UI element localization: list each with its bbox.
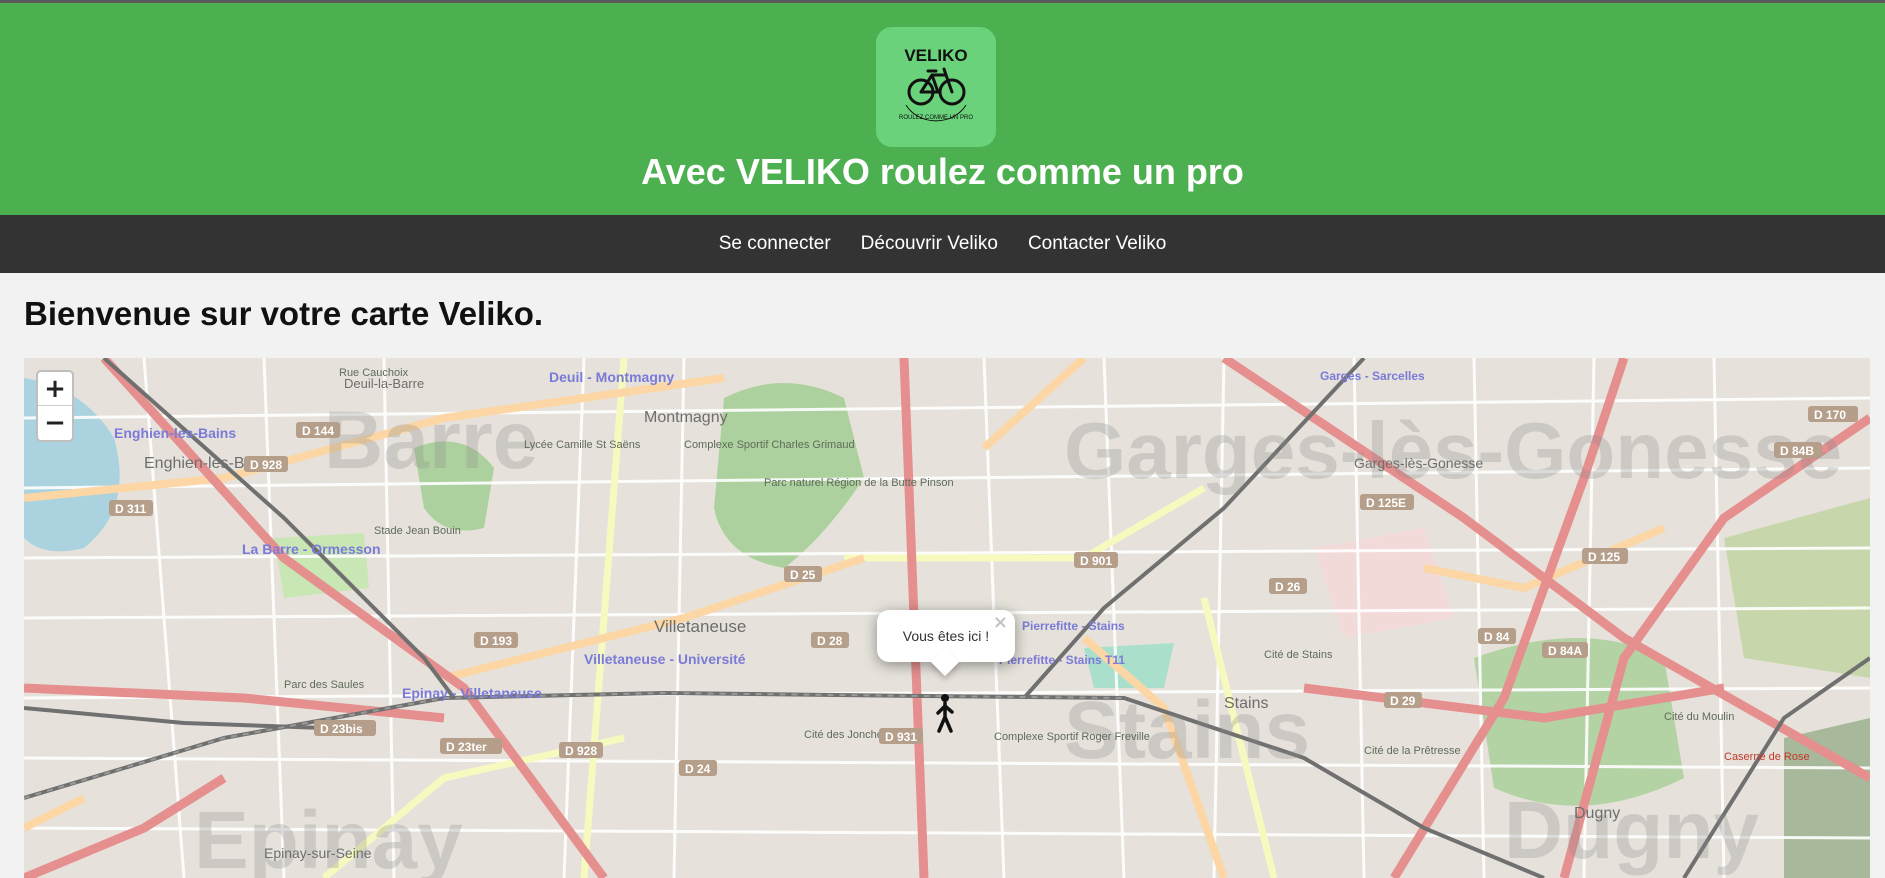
nav-contact-link[interactable]: Contacter Veliko (1028, 233, 1166, 255)
map-label-caserne: Caserne de Rose (1724, 751, 1810, 763)
map-label-deuil-montmagny: Deuil - Montmagny (549, 369, 674, 385)
map-label-enghien-station: Enghien-les-Bains (114, 425, 236, 441)
road-d901: D 901 (1080, 554, 1112, 568)
map-label-garges: Garges-lès-Gonesse (1354, 455, 1483, 471)
map-label-parc-saules: Parc des Saules (284, 679, 365, 691)
road-d29: D 29 (1390, 694, 1416, 708)
map-label-garges-sarcelles: Garges - Sarcelles (1320, 369, 1425, 383)
road-d931: D 931 (885, 730, 917, 744)
main-nav: Se connecter Découvrir Veliko Contacter … (0, 215, 1885, 273)
map-label-epinay-seine: Epinay-sur-Seine (264, 845, 372, 861)
road-d84b: D 84B (1780, 444, 1814, 458)
map-big-label-garges: Garges-lès-Gonesse (1064, 406, 1842, 495)
logo-tagline: ROULEZ COMME UN PRO (899, 115, 973, 121)
road-d144: D 144 (302, 424, 334, 438)
road-d28: D 28 (817, 634, 843, 648)
nav-login-link[interactable]: Se connecter (719, 233, 831, 255)
map-label-cite-moulin: Cité du Moulin (1664, 711, 1734, 723)
logo-text: VELIKO (904, 46, 967, 65)
page-heading: Bienvenue sur votre carte Veliko. (24, 295, 544, 332)
map-big-label-barre: Barre (324, 395, 538, 486)
map-label-montmagny: Montmagny (644, 409, 728, 426)
map-label-rue-cauchoix: Rue Cauchoix (339, 367, 409, 379)
veliko-logo[interactable]: VELIKO ROULEZ COMME UN PRO (876, 27, 996, 147)
map-label-complexe2: Complexe Sportif Roger Freville (994, 731, 1150, 743)
road-d24: D 24 (685, 762, 711, 776)
road-d193: D 193 (480, 634, 512, 648)
map-label-dugny: Dugny (1574, 805, 1620, 822)
map-label-complexe1: Complexe Sportif Charles Grimaud (684, 439, 855, 451)
map-label-parc-naturel: Parc naturel Région de la Butte Pinson (764, 477, 954, 489)
road-d170: D 170 (1814, 408, 1846, 422)
road-d928b: D 928 (565, 744, 597, 758)
map-big-label-dugny: Dugny (1504, 785, 1759, 876)
popup-close-button[interactable]: × (993, 612, 1008, 633)
road-d84a: D 84A (1548, 644, 1582, 658)
map-label-villetaneuse-univ: Villetaneuse - Université (584, 651, 746, 667)
site-header: VELIKO ROULEZ COMME UN PRO Avec VELIKO r… (0, 3, 1885, 215)
map-label-pierrefitte-stains: Pierrefitte - Stains (1022, 619, 1125, 633)
nav-discover-link[interactable]: Découvrir Veliko (861, 233, 998, 255)
pedestrian-marker-icon[interactable] (932, 693, 958, 738)
road-d23ter: D 23ter (446, 740, 487, 754)
map-label-pierrefitte-t11: Pierrefitte - Stains T11 (999, 653, 1125, 667)
zoom-control: + − (36, 370, 74, 442)
map-label-villetaneuse: Villetaneuse (654, 617, 746, 636)
road-d23bis: D 23bis (320, 722, 363, 736)
zoom-out-button[interactable]: − (38, 406, 72, 440)
map-big-label-epinay: Epinay (194, 795, 463, 878)
map[interactable]: Barre Garges-lès-Gonesse Stains Dugny Ep… (24, 358, 1870, 878)
road-d311: D 311 (115, 502, 147, 516)
road-d928: D 928 (250, 458, 282, 472)
map-label-cite-pretresse: Cité de la Prêtresse (1364, 745, 1461, 757)
map-label-epinay-villetaneuse: Epinay - Villetaneuse (402, 685, 542, 701)
road-d26: D 26 (1275, 580, 1301, 594)
map-label-stade: Stade Jean Bouin (374, 525, 461, 537)
bike-logo-icon: VELIKO ROULEZ COMME UN PRO (899, 46, 973, 122)
road-d84: D 84 (1484, 630, 1510, 644)
location-popup: Vous êtes ici ! × (877, 610, 1015, 677)
road-d125: D 125 (1588, 550, 1620, 564)
map-label-stains: Stains (1224, 695, 1268, 712)
map-label-cite-stains: Cité de Stains (1264, 649, 1333, 661)
popup-text: Vous êtes ici ! (902, 628, 990, 644)
map-label-la-barre: La Barre - Ormesson (242, 541, 381, 557)
zoom-in-button[interactable]: + (38, 372, 72, 406)
road-d25: D 25 (790, 568, 816, 582)
road-d125e: D 125E (1366, 496, 1406, 510)
site-title: Avec VELIKO roulez comme un pro (641, 151, 1244, 192)
map-label-lycee: Lycée Camille St Saëns (524, 439, 641, 451)
